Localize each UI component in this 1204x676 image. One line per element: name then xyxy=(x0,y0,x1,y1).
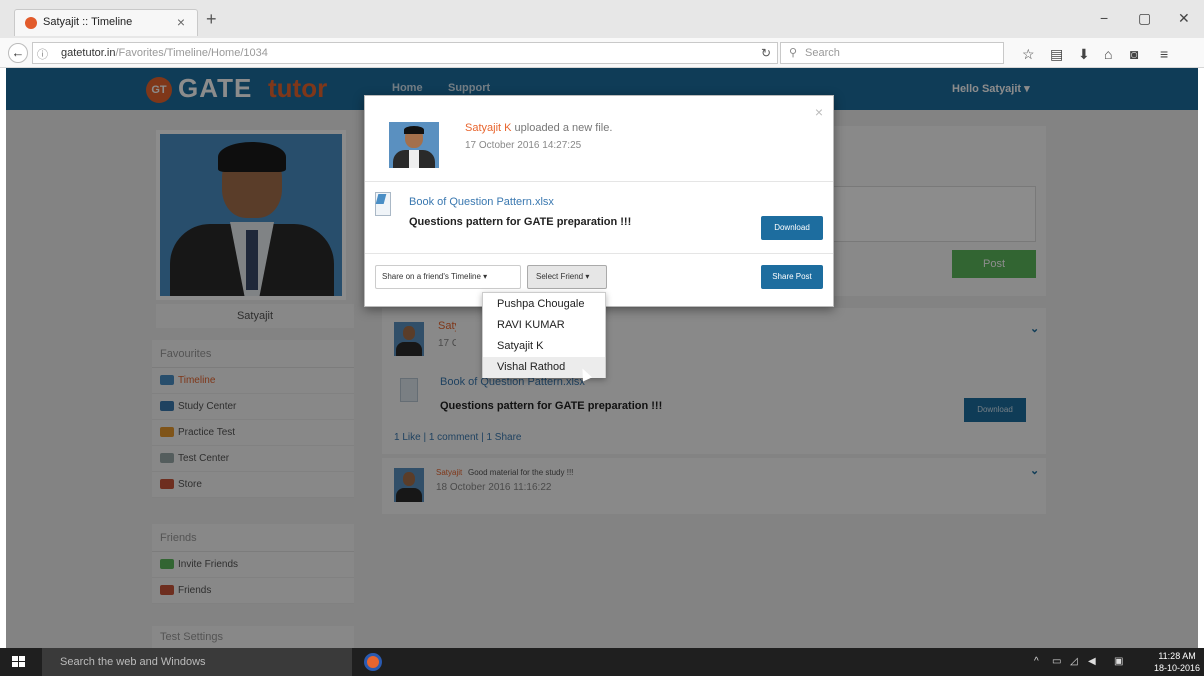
maximize-icon[interactable]: ▢ xyxy=(1138,10,1151,27)
site-favicon-icon xyxy=(25,17,37,29)
url-text: gatetutor.in/Favorites/Timeline/Home/103… xyxy=(61,47,268,59)
info-icon[interactable]: ⓘ xyxy=(37,46,48,62)
url-host: gatetutor.in xyxy=(61,47,116,59)
friend-dropdown-menu: Pushpa Chougale RAVI KUMAR Satyajit K Vi… xyxy=(482,292,606,378)
modal-close-icon[interactable]: × xyxy=(815,104,823,120)
browser-tab[interactable]: Satyajit :: Timeline × xyxy=(14,9,198,36)
select-friend-dropdown[interactable]: Select Friend ▾ xyxy=(527,265,607,289)
clock-date: 18-10-2016 xyxy=(1154,663,1201,673)
modal-action-text: uploaded a new file. xyxy=(511,122,613,134)
modal-date: 17 October 2016 14:27:25 xyxy=(465,140,582,151)
divider xyxy=(365,181,833,182)
modal-download-button[interactable]: Download xyxy=(761,216,823,240)
new-tab-button[interactable]: + xyxy=(206,9,217,30)
browser-tab-bar: Satyajit :: Timeline × + − ▢ ✕ xyxy=(0,0,1204,38)
downloads-icon[interactable]: ⬇ xyxy=(1078,46,1090,63)
home-icon[interactable]: ⌂ xyxy=(1104,46,1112,62)
pocket-icon[interactable]: ◙ xyxy=(1130,46,1138,62)
taskbar-search-box[interactable]: Search the web and Windows xyxy=(42,648,352,676)
search-icon: ⚲ xyxy=(789,47,798,59)
modal-file-desc: Questions pattern for GATE preparation !… xyxy=(409,216,632,228)
friend-option[interactable]: RAVI KUMAR xyxy=(483,315,605,336)
tray-chevron-icon[interactable]: ^ xyxy=(1034,656,1039,667)
browser-search-placeholder: Search xyxy=(805,47,840,59)
windows-start-icon[interactable] xyxy=(12,656,26,668)
notifications-icon[interactable]: ▣ xyxy=(1114,656,1123,667)
bookmark-star-icon[interactable]: ☆ xyxy=(1022,46,1035,63)
battery-icon[interactable]: ▭ xyxy=(1052,656,1061,667)
network-icon[interactable]: ◿ xyxy=(1070,656,1078,667)
browser-search-box[interactable]: ⚲ Search xyxy=(780,42,1004,64)
reading-list-icon[interactable]: ▤ xyxy=(1050,46,1063,63)
share-post-button[interactable]: Share Post xyxy=(761,265,823,289)
url-path: /Favorites/Timeline/Home/1034 xyxy=(115,47,268,59)
taskbar-search-placeholder: Search the web and Windows xyxy=(60,656,206,668)
taskbar-clock[interactable]: 11:28 AM 18-10-2016 xyxy=(1154,650,1200,674)
windows-taskbar: Search the web and Windows ^ ▭ ◿ ◀ ▣ 11:… xyxy=(0,648,1204,676)
menu-icon[interactable]: ≡ xyxy=(1160,46,1168,62)
tab-title: Satyajit :: Timeline xyxy=(43,16,133,28)
share-target-dropdown[interactable]: Share on a friend's Timeline ▾ xyxy=(375,265,521,289)
reload-icon[interactable]: ↻ xyxy=(761,46,771,60)
modal-user-line: Satyajit K uploaded a new file. xyxy=(465,122,612,134)
minimize-icon[interactable]: − xyxy=(1100,10,1108,26)
modal-avatar xyxy=(389,122,439,168)
clock-time: 11:28 AM xyxy=(1158,651,1196,661)
friend-option[interactable]: Pushpa Chougale xyxy=(483,294,605,315)
friend-option[interactable]: Satyajit K xyxy=(483,336,605,357)
share-modal: × Satyajit K uploaded a new file. 17 Oct… xyxy=(364,95,834,307)
back-arrow-icon[interactable]: ← xyxy=(8,43,28,63)
browser-nav-bar: ← ⓘ gatetutor.in/Favorites/Timeline/Home… xyxy=(0,38,1204,68)
volume-icon[interactable]: ◀ xyxy=(1088,656,1096,667)
window-close-icon[interactable]: ✕ xyxy=(1178,10,1190,27)
modal-file-name[interactable]: Book of Question Pattern.xlsx xyxy=(409,196,554,208)
firefox-icon[interactable] xyxy=(364,653,382,671)
divider xyxy=(365,253,833,254)
address-bar[interactable]: ⓘ gatetutor.in/Favorites/Timeline/Home/1… xyxy=(32,42,778,64)
tab-close-icon[interactable]: × xyxy=(177,14,185,30)
excel-file-icon xyxy=(375,192,391,216)
modal-user-name[interactable]: Satyajit K xyxy=(465,122,511,134)
